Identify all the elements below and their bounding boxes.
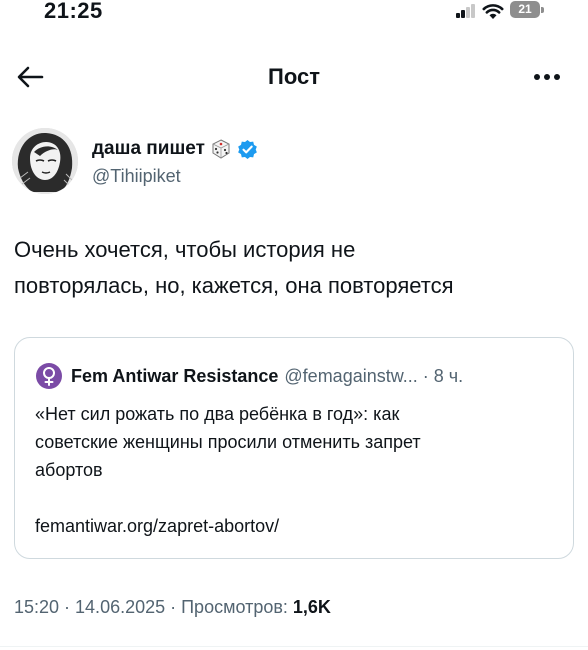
dice-icon: [212, 139, 230, 159]
post-meta: 15:20 · 14.06.2025 · Просмотров: 1,6K: [14, 597, 331, 618]
battery-icon: 21: [510, 1, 540, 18]
more-icon[interactable]: [528, 64, 566, 90]
post-timestamp[interactable]: 15:20 · 14.06.2025 · Просмотров:: [14, 597, 293, 617]
quoted-author-name[interactable]: Fem Antiwar Resistance: [71, 366, 278, 387]
quoted-post-text: «Нет сил рожать по два ребёнка в год»: к…: [35, 400, 555, 484]
post-text-line: Очень хочется, чтобы история не: [14, 237, 356, 262]
status-bar: 21:25 21: [0, 0, 588, 30]
post-text: Очень хочется, чтобы история не повторял…: [14, 232, 574, 304]
view-count[interactable]: 1,6K: [293, 597, 331, 617]
post-text-line: повторялась, но, кажется, она повторяетс…: [14, 273, 454, 298]
quoted-author-handle[interactable]: @femagainstw... · 8 ч.: [284, 366, 463, 387]
quoted-text-line: «Нет сил рожать по два ребёнка в год»: к…: [35, 404, 400, 424]
venus-icon: [36, 363, 62, 389]
quoted-post-card[interactable]: Fem Antiwar Resistance @femagainstw... ·…: [14, 337, 574, 559]
quoted-post-link[interactable]: femantiwar.org/zapret-abortov/: [35, 512, 279, 540]
battery-tip: [541, 7, 544, 13]
divider: [0, 646, 588, 647]
page-title: Пост: [268, 64, 320, 89]
avatar[interactable]: [12, 128, 78, 194]
quoted-text-line: советские женщины просили отменить запре…: [35, 432, 421, 452]
battery-level: 21: [518, 2, 532, 16]
signal-icon: [456, 4, 476, 18]
quoted-text-line: абортов: [35, 460, 103, 480]
status-time: 21:25: [44, 0, 103, 23]
wifi-icon: [482, 4, 504, 19]
author-name[interactable]: даша пишет: [92, 138, 205, 160]
author-handle[interactable]: @Tihiipiket: [92, 166, 181, 187]
quoted-post-header: Fem Antiwar Resistance @femagainstw... ·…: [35, 362, 463, 390]
avatar-illustration: [12, 128, 78, 194]
top-bar: Пост: [0, 52, 588, 104]
author-name-row[interactable]: даша пишет: [92, 138, 258, 160]
verified-badge-icon: [238, 139, 257, 159]
